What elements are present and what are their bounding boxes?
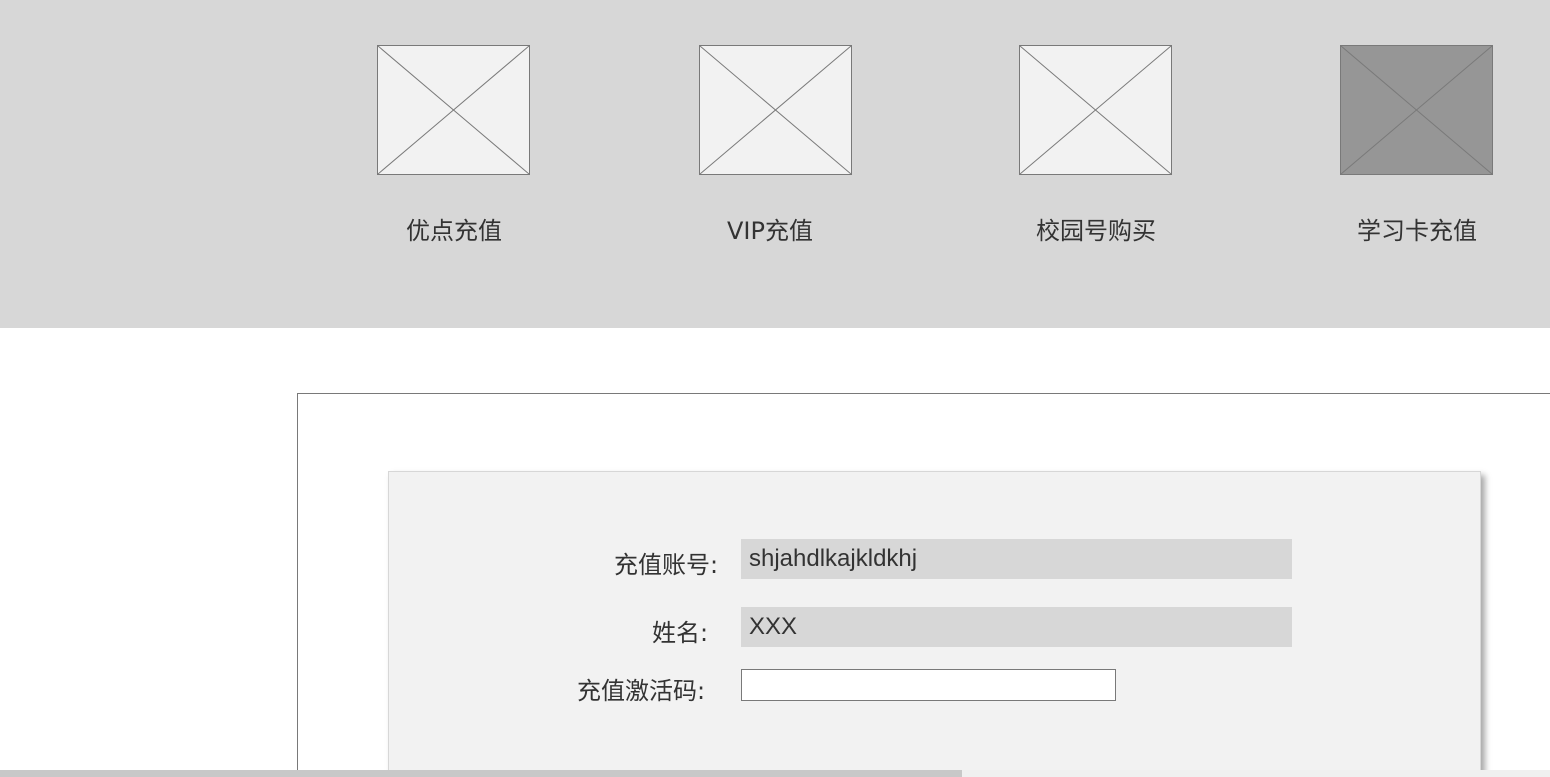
- nav-item-campus-purchase[interactable]: 校园号购买: [986, 45, 1206, 255]
- placeholder-image-icon: [1340, 45, 1493, 175]
- nav-item-study-card-recharge[interactable]: 学习卡充值: [1307, 45, 1527, 255]
- placeholder-image-icon: [377, 45, 530, 175]
- activation-code-label: 充值激活码:: [577, 677, 706, 705]
- name-label: 姓名:: [652, 619, 709, 647]
- horizontal-scrollbar-thumb[interactable]: [0, 770, 962, 777]
- nav-item-label: 学习卡充值: [1357, 217, 1477, 245]
- placeholder-image-icon: [1019, 45, 1172, 175]
- account-field: shjahdlkajkldkhj: [741, 539, 1292, 579]
- activation-code-input[interactable]: [741, 669, 1116, 701]
- nav-item-label: VIP充值: [727, 217, 813, 245]
- nav-item-youdian-recharge[interactable]: 优点充值: [344, 45, 564, 255]
- account-label: 充值账号:: [614, 551, 719, 579]
- nav-item-vip-recharge[interactable]: VIP充值: [666, 45, 886, 255]
- recharge-type-nav: 优点充值 VIP充值 校园号购买 学习卡充值: [0, 0, 1550, 328]
- nav-item-label: 优点充值: [406, 217, 502, 245]
- name-field: XXX: [741, 607, 1292, 647]
- placeholder-image-icon: [699, 45, 852, 175]
- recharge-page: 优点充值 VIP充值 校园号购买 学习卡充值 充值账号: shjahdlkajk…: [0, 0, 1550, 777]
- nav-item-label: 校园号购买: [1036, 217, 1156, 245]
